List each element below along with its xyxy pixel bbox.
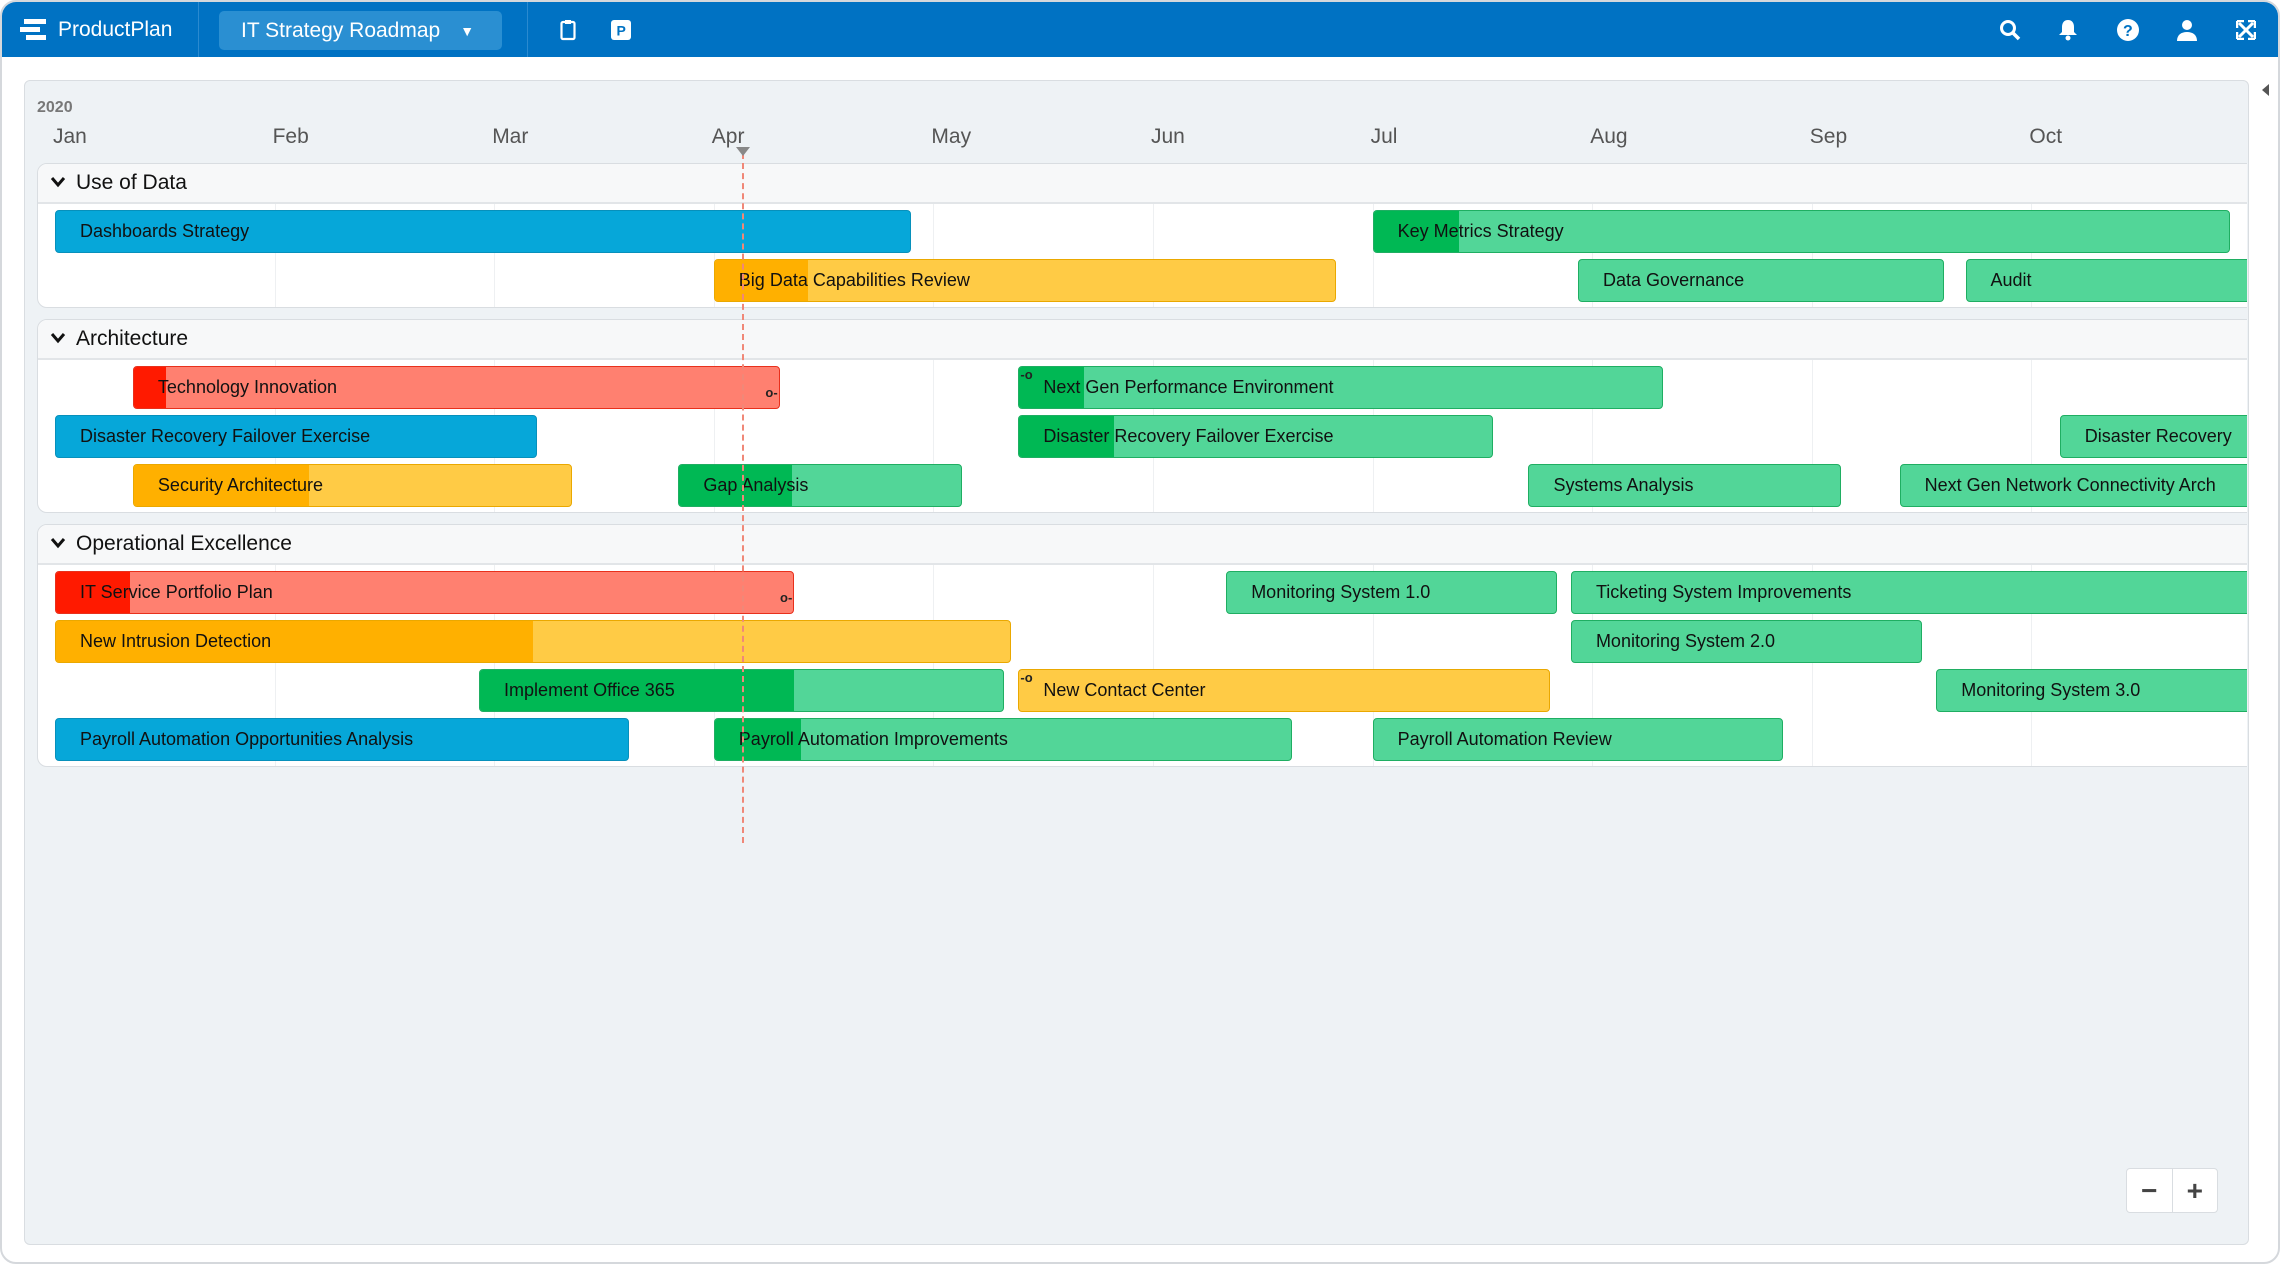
roadmap-bar[interactable]: Monitoring System 1.0 bbox=[1226, 571, 1557, 614]
bar-label: Monitoring System 2.0 bbox=[1595, 631, 1776, 651]
bar-label: Next Gen Network Connectivity Arch bbox=[1924, 475, 2216, 495]
parking-lot-icon: P bbox=[611, 20, 631, 40]
help-button[interactable]: ? bbox=[2113, 15, 2143, 45]
bar-label: Audit bbox=[1990, 270, 2032, 290]
roadmap-bar[interactable]: Disaster Recovery Failover Exercise bbox=[1018, 415, 1494, 458]
roadmap-bar[interactable]: Dashboards Strategy bbox=[55, 210, 912, 253]
dependency-link-icon[interactable]: o- bbox=[780, 590, 792, 605]
roadmap-bar[interactable]: Disaster Recovery bbox=[2059, 415, 2247, 458]
bar-label: Ticketing System Improvements bbox=[1595, 582, 1852, 602]
collapse-panel-arrow-icon[interactable] bbox=[2262, 84, 2269, 96]
app-window: ProductPlan IT Strategy Roadmap ▼ P ? 20… bbox=[0, 0, 2280, 1264]
roadmap-bar[interactable]: Audit bbox=[1965, 259, 2247, 302]
lane-header[interactable]: Use of Data bbox=[38, 164, 2247, 204]
bar-label: Data Governance bbox=[1603, 270, 1745, 290]
roadmap-bar[interactable]: Gap Analysis bbox=[678, 464, 962, 507]
lane-header[interactable]: Architecture bbox=[38, 320, 2247, 360]
roadmap-bar[interactable]: New Contact Center -o bbox=[1018, 669, 1550, 712]
roadmap-bar[interactable]: Ticketing System Improvements bbox=[1570, 571, 2247, 614]
dependency-link-icon[interactable]: o- bbox=[765, 385, 777, 400]
lane-title: Use of Data bbox=[76, 171, 187, 194]
productplan-logo-icon bbox=[20, 18, 46, 40]
lane-title: Architecture bbox=[76, 327, 189, 350]
bar-label: Security Architecture bbox=[157, 475, 323, 495]
today-line bbox=[742, 153, 745, 843]
zoom-controls: − + bbox=[2126, 1168, 2218, 1213]
roadmap-bar[interactable]: Technology Innovation o- bbox=[132, 366, 780, 409]
roadmap-bar[interactable]: Data Governance bbox=[1578, 259, 1944, 302]
bar-label: Disaster Recovery Failover Exercise bbox=[1043, 426, 1334, 446]
bar-label: Next Gen Performance Environment bbox=[1043, 377, 1334, 397]
lane-title: Operational Excellence bbox=[76, 532, 292, 555]
divider bbox=[527, 2, 528, 57]
dependency-link-icon[interactable]: -o bbox=[1020, 670, 1032, 685]
productplan-home-link[interactable]: ProductPlan bbox=[20, 2, 172, 57]
bar-label: Payroll Automation Review bbox=[1397, 729, 1612, 749]
roadmap-bar[interactable]: Payroll Automation Improvements bbox=[713, 718, 1293, 761]
roadmap-title: IT Strategy Roadmap bbox=[241, 18, 441, 42]
parking-lot-button[interactable]: P bbox=[606, 15, 636, 45]
notifications-button[interactable] bbox=[2053, 15, 2083, 45]
bar-label: New Contact Center bbox=[1043, 680, 1206, 700]
bar-label: Key Metrics Strategy bbox=[1397, 221, 1564, 241]
chevron-down-icon[interactable] bbox=[50, 320, 66, 371]
bar-label: Implement Office 365 bbox=[504, 680, 675, 700]
lane-group: Operational Excellence IT Service Portfol… bbox=[37, 524, 2247, 767]
roadmap-bar[interactable]: Next Gen Performance Environment -o bbox=[1018, 366, 1664, 409]
svg-text:P: P bbox=[617, 23, 626, 39]
zoom-out-button[interactable]: − bbox=[2127, 1169, 2173, 1212]
roadmap-timeline: 2020 JanFebMarAprMayJunJulAugSepOctNovUs… bbox=[24, 80, 2249, 1245]
bar-label: Monitoring System 1.0 bbox=[1251, 582, 1431, 602]
caret-down-icon: ▼ bbox=[460, 22, 475, 39]
roadmap-bar[interactable]: Payroll Automation Opportunities Analysi… bbox=[55, 718, 629, 761]
lane-group: Architecture Technology Innovation o- Next … bbox=[37, 319, 2247, 513]
clipboard-icon bbox=[560, 20, 576, 41]
roadmap-bar[interactable]: Monitoring System 2.0 bbox=[1570, 620, 1922, 663]
bar-label: Dashboards Strategy bbox=[80, 221, 250, 241]
user-account-button[interactable] bbox=[2172, 15, 2202, 45]
bar-label: IT Service Portfolio Plan bbox=[80, 582, 273, 602]
lane-group: Use of Data Dashboards Strategy Key Metric… bbox=[37, 163, 2247, 308]
bar-label: Payroll Automation Improvements bbox=[738, 729, 1008, 749]
clipboard-button[interactable] bbox=[553, 15, 583, 45]
divider bbox=[198, 2, 199, 57]
search-button[interactable] bbox=[1995, 15, 2025, 45]
roadmap-bar[interactable]: Systems Analysis bbox=[1528, 464, 1842, 507]
bar-label: Gap Analysis bbox=[703, 475, 809, 495]
fullscreen-button[interactable] bbox=[2231, 15, 2261, 45]
expand-icon bbox=[2236, 20, 2256, 40]
bar-label: Disaster Recovery Failover Exercise bbox=[80, 426, 371, 446]
roadmap-bar[interactable]: Next Gen Network Connectivity Arch bbox=[1899, 464, 2247, 507]
bell-icon bbox=[2059, 20, 2077, 41]
timeline-canvas: Use of Data Dashboards Strategy Key Metric… bbox=[25, 81, 2247, 1244]
lane-header[interactable]: Operational Excellence bbox=[38, 525, 2247, 565]
app-name: ProductPlan bbox=[58, 17, 173, 41]
bar-label: Payroll Automation Opportunities Analysi… bbox=[80, 729, 414, 749]
search-icon bbox=[2000, 20, 2021, 41]
bar-label: Disaster Recovery bbox=[2084, 426, 2232, 446]
roadmap-bar[interactable]: Monitoring System 3.0 bbox=[1936, 669, 2247, 712]
chevron-down-icon[interactable] bbox=[50, 525, 66, 576]
chevron-down-icon[interactable] bbox=[50, 164, 66, 215]
user-icon bbox=[2177, 20, 2197, 41]
today-marker-icon bbox=[736, 147, 751, 156]
bar-label: Systems Analysis bbox=[1553, 475, 1694, 495]
roadmap-bar[interactable]: Payroll Automation Review bbox=[1372, 718, 1784, 761]
roadmap-selector-dropdown[interactable]: IT Strategy Roadmap ▼ bbox=[219, 11, 502, 50]
roadmap-bar[interactable]: Disaster Recovery Failover Exercise bbox=[55, 415, 537, 458]
top-navigation-bar: ProductPlan IT Strategy Roadmap ▼ P ? bbox=[2, 2, 2278, 57]
bar-label: New Intrusion Detection bbox=[80, 631, 272, 651]
bar-label: Technology Innovation bbox=[157, 377, 338, 397]
zoom-in-button[interactable]: + bbox=[2173, 1169, 2218, 1212]
bar-label: Big Data Capabilities Review bbox=[738, 270, 970, 290]
help-icon: ? bbox=[2117, 19, 2139, 41]
svg-text:?: ? bbox=[2123, 23, 2133, 40]
bar-label: Monitoring System 3.0 bbox=[1961, 680, 2141, 700]
roadmap-bar[interactable]: Key Metrics Strategy bbox=[1372, 210, 2230, 253]
roadmap-bar[interactable]: New Intrusion Detection bbox=[55, 620, 1012, 663]
dependency-link-icon[interactable]: -o bbox=[1020, 367, 1032, 382]
roadmap-bar[interactable]: Big Data Capabilities Review bbox=[713, 259, 1336, 302]
roadmap-bar[interactable]: Security Architecture bbox=[132, 464, 573, 507]
roadmap-bar[interactable]: IT Service Portfolio Plan o- bbox=[55, 571, 795, 614]
